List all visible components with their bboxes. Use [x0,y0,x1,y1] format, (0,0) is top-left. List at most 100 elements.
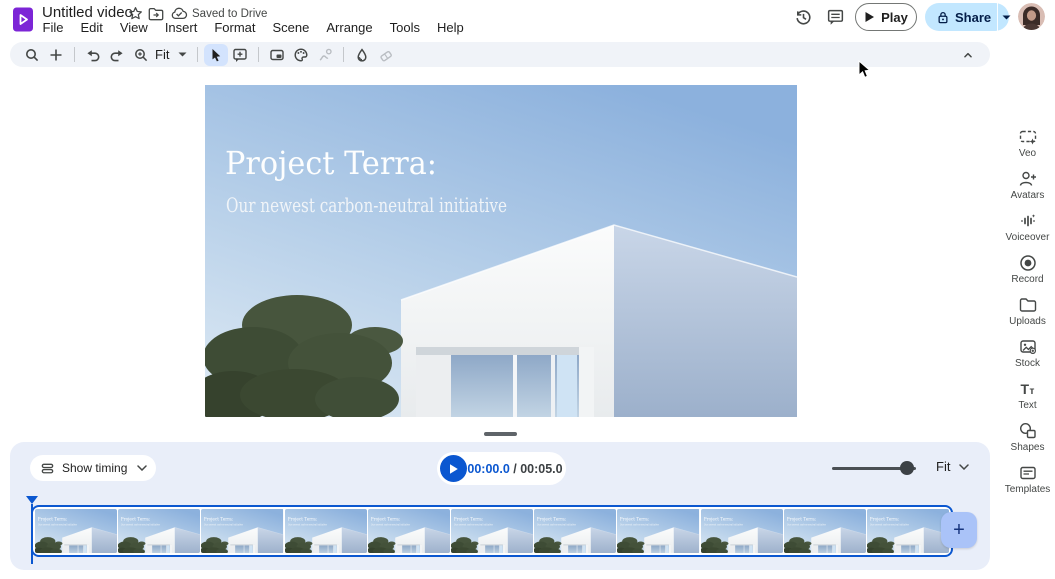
sidebar-item-uploads[interactable]: Uploads [1000,295,1055,337]
toolbar-divider [258,47,259,62]
timeline-play-button[interactable] [440,455,467,482]
slider-thumb[interactable] [900,461,914,475]
menu-bar: File Edit View Insert Format Scene Arran… [34,19,472,36]
vids-logo-icon[interactable] [12,6,34,33]
share-button[interactable]: Share [925,3,1009,31]
timeline-thumbnail[interactable] [451,509,533,553]
timeline-thumbnail[interactable] [285,509,367,553]
sidebar-item-avatars[interactable]: Avatars [1000,169,1055,211]
comments-icon[interactable] [826,8,845,27]
playhead-marker[interactable] [26,496,38,504]
menu-format[interactable]: Format [206,20,264,35]
version-history-icon[interactable] [794,8,813,27]
sidebar-item-label: Text [1018,400,1036,411]
slide-canvas[interactable] [205,85,797,417]
sidebar-item-text[interactable]: Tт Text [1000,379,1055,421]
sidebar-item-label: Record [1011,274,1043,285]
play-button[interactable]: Play [855,3,917,31]
panel-resize-handle[interactable] [484,432,517,436]
toolbar-divider [74,47,75,62]
sidebar-item-templates[interactable]: Templates [1000,463,1055,505]
ink-drop-icon[interactable] [350,44,374,66]
share-dropdown[interactable] [997,3,1019,31]
sidebar-item-label: Avatars [1011,190,1045,201]
add-icon[interactable] [44,44,68,66]
zoom-level-value: Fit [155,47,169,62]
play-icon [864,11,875,23]
sidebar-item-label: Shapes [1011,442,1045,453]
add-comment-icon[interactable] [228,44,252,66]
timeline-fit-label: Fit [936,459,950,474]
timeline-thumbnail[interactable] [867,509,949,553]
show-timing-button[interactable]: Show timing [30,455,156,481]
redo-icon[interactable] [105,44,129,66]
background-image-icon[interactable] [265,44,289,66]
play-icon [448,463,459,475]
menu-edit[interactable]: Edit [72,20,111,35]
show-timing-label: Show timing [62,461,127,475]
insert-sidebar: Veo Avatars Voiceover Record Uploads Sto… [1000,127,1055,505]
sidebar-item-shapes[interactable]: Shapes [1000,421,1055,463]
lock-icon [937,10,949,25]
eraser-icon [374,44,398,66]
caret-down-icon [1002,15,1011,20]
menu-scene[interactable]: Scene [264,20,318,35]
menu-view[interactable]: View [111,20,156,35]
veo-icon [1018,127,1038,147]
add-scene-button[interactable]: + [941,512,977,548]
sidebar-item-label: Uploads [1009,316,1046,327]
toolbar-divider [343,47,344,62]
edit-toolbar: Fit [10,42,990,67]
mouse-cursor [858,60,871,79]
theme-palette-icon[interactable] [289,44,313,66]
undo-icon[interactable] [81,44,105,66]
toolbar-divider [197,47,198,62]
menu-tools[interactable]: Tools [381,20,428,35]
menu-insert[interactable]: Insert [156,20,206,35]
play-button-label: Play [881,10,908,25]
sidebar-item-voiceover[interactable]: Voiceover [1000,211,1055,253]
google-vids-app: Project Terra: Our newest carbon-neutral… [0,0,1055,579]
timeline-fit-dropdown[interactable]: Fit [936,459,969,474]
chevron-down-icon [137,465,147,471]
timeline-thumbnail[interactable] [617,509,699,553]
annotate-pen-icon [313,44,337,66]
svg-text:т: т [1029,386,1034,397]
current-time: 00:00.0 [467,462,509,476]
zoom-in-icon[interactable] [129,44,153,66]
sidebar-item-veo[interactable]: Veo [1000,127,1055,169]
menu-arrange[interactable]: Arrange [318,20,381,35]
voiceover-icon [1018,211,1038,231]
timeline-filmstrip[interactable] [31,505,953,557]
timeline-thumbnail[interactable] [784,509,866,553]
menu-help[interactable]: Help [428,20,472,35]
time-display: 00:00.0 / 00:05.0 [467,462,563,476]
timeline-thumbnail[interactable] [368,509,450,553]
timeline-thumbnail[interactable] [35,509,117,553]
sidebar-item-label: Veo [1019,148,1036,159]
chevron-down-icon [959,464,969,470]
timeline-thumbnail[interactable] [534,509,616,553]
select-tool-icon[interactable] [204,44,228,66]
avatars-icon [1018,169,1038,189]
collapse-toolbar-icon[interactable] [956,44,980,66]
menu-file[interactable]: File [34,20,72,35]
uploads-folder-icon [1018,295,1038,315]
zoom-level-dropdown[interactable]: Fit [153,47,191,62]
timeline-thumbnail[interactable] [201,509,283,553]
timeline-panel: Show timing 00:00.0 / 00:05.0 Fit [10,442,990,570]
timeline-thumbnail[interactable] [118,509,200,553]
sidebar-item-label: Templates [1005,484,1051,495]
time-separator: / [510,462,520,476]
sidebar-item-record[interactable]: Record [1000,253,1055,295]
timeline-zoom-slider[interactable] [832,461,916,475]
search-icon[interactable] [20,44,44,66]
caret-down-icon [178,52,187,57]
stock-media-icon [1018,337,1038,357]
timeline-thumbnail[interactable] [701,509,783,553]
shapes-icon [1018,421,1038,441]
playback-pill: 00:00.0 / 00:05.0 [437,452,566,485]
sidebar-item-stock[interactable]: Stock [1000,337,1055,379]
account-avatar[interactable] [1018,3,1045,30]
timing-icon [40,461,55,476]
